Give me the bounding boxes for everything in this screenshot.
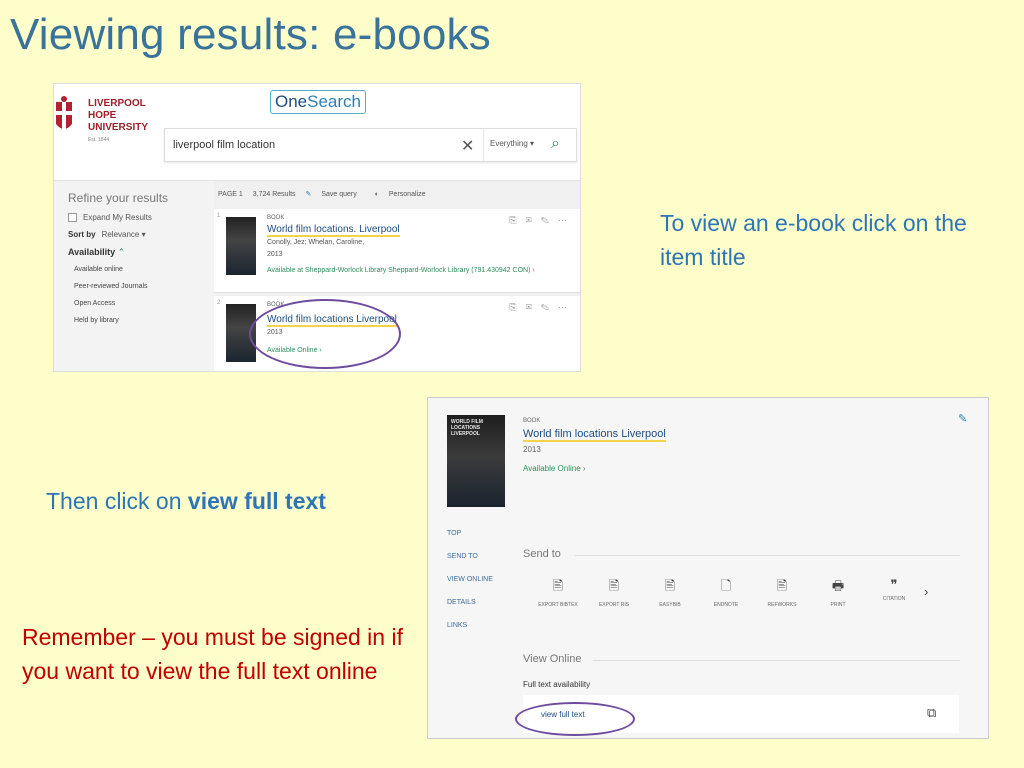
pin-icon: ✎ xyxy=(305,191,312,198)
nav-view-online[interactable]: VIEW ONLINE xyxy=(447,576,493,583)
personalize-toggle[interactable]: ◐ Personalize xyxy=(375,191,434,198)
search-results-screenshot: LIVERPOOL HOPE UNIVERSITY Est. 1844 OneS… xyxy=(53,83,581,372)
result-actions[interactable]: ⎘✉✎⋯ xyxy=(509,302,576,313)
search-input[interactable]: liverpool film location xyxy=(173,139,275,151)
result-title-link[interactable]: World film locations. Liverpool xyxy=(267,224,400,237)
clear-icon[interactable]: ✕ xyxy=(461,136,474,156)
result-authors: Conolly, Jez; Whelan, Caroline, xyxy=(267,239,365,246)
highlight-ellipse xyxy=(515,702,635,736)
result-year: 2013 xyxy=(267,251,283,258)
scope-select[interactable]: Everything ▾ xyxy=(483,129,547,161)
highlight-ellipse xyxy=(249,299,401,369)
slide-title: Viewing results: e-books xyxy=(10,10,491,59)
easybib-button[interactable]: 🖹 EASYBIB xyxy=(642,577,698,608)
result-actions[interactable]: ⎘✉✎⋯ xyxy=(509,215,576,226)
facet-option[interactable]: Held by library xyxy=(74,317,200,324)
facet-option[interactable]: Open Access xyxy=(74,300,200,307)
availability-link[interactable]: Available at Sheppard-Worlock Library Sh… xyxy=(267,267,535,274)
checkbox-icon[interactable] xyxy=(68,213,77,222)
university-crest-icon xyxy=(56,96,72,130)
refine-title: Refine your results xyxy=(68,191,169,205)
nav-top[interactable]: TOP xyxy=(447,530,493,537)
citation-button[interactable]: ❞ CITATION xyxy=(866,577,922,608)
document-icon: 🖹 xyxy=(608,578,620,593)
university-name: LIVERPOOL HOPE UNIVERSITY Est. 1844 xyxy=(88,98,149,143)
refine-sidebar: Refine your results Expand My Results So… xyxy=(54,181,214,371)
search-box[interactable]: liverpool film location ✕ Everything ▾ ⌕ xyxy=(164,128,577,162)
full-text-availability-label: Full text availability xyxy=(523,680,591,689)
hint-click-title: To view an e-book click on the item titl… xyxy=(660,210,967,270)
record-year: 2013 xyxy=(523,445,541,454)
hint-view-full-text: Then click on view full text xyxy=(46,488,326,514)
pin-icon[interactable]: ✎ xyxy=(958,412,967,425)
quote-icon: ❞ xyxy=(890,577,898,592)
expand-results-checkbox[interactable]: Expand My Results xyxy=(68,213,200,222)
page-icon: 🗋 xyxy=(720,578,732,593)
search-header: LIVERPOOL HOPE UNIVERSITY Est. 1844 OneS… xyxy=(54,84,580,181)
record-type: BOOK xyxy=(523,418,541,424)
result-type: BOOK xyxy=(267,215,285,221)
search-icon[interactable]: ⌕ xyxy=(551,135,560,153)
document-icon: 🖹 xyxy=(776,578,788,593)
results-bar: PAGE 1 3,724 Results ✎ Save query ◐ Pers… xyxy=(214,181,580,209)
chevron-up-icon: ⌃ xyxy=(117,247,126,257)
book-cover-image[interactable] xyxy=(226,217,256,275)
send-to-heading: Send to xyxy=(523,548,960,560)
result-number: 1 xyxy=(217,213,221,219)
export-bibtex-button[interactable]: 🖹 EXPORT BIBTEX xyxy=(530,577,586,608)
availability-facet[interactable]: Availability ⌃ xyxy=(68,247,200,258)
document-icon: 🖹 xyxy=(552,578,564,593)
book-cover-image[interactable]: WORLD FILM LOCATIONS LIVERPOOL xyxy=(447,415,505,507)
view-online-heading: View Online xyxy=(523,653,960,665)
printer-icon: 🖶 xyxy=(831,578,845,593)
record-title[interactable]: World film locations Liverpool xyxy=(523,428,666,442)
result-number: 2 xyxy=(217,300,221,306)
sort-by[interactable]: Sort by Relevance ▾ xyxy=(68,230,200,239)
print-button[interactable]: 🖶 PRINT xyxy=(810,577,866,608)
facet-option[interactable]: Peer-reviewed Journals xyxy=(74,283,200,290)
results-count: 3,724 Results xyxy=(252,191,296,198)
nav-details[interactable]: DETAILS xyxy=(447,599,493,606)
record-screenshot: WORLD FILM LOCATIONS LIVERPOOL BOOK Worl… xyxy=(427,397,989,739)
export-ris-button[interactable]: 🖹 EXPORT RIS xyxy=(586,577,642,608)
nav-links[interactable]: LINKS xyxy=(447,622,493,629)
endnote-button[interactable]: 🗋 ENDNOTE xyxy=(698,577,754,608)
record-nav: TOP SEND TO VIEW ONLINE DETAILS LINKS xyxy=(447,530,493,645)
external-link-icon[interactable]: ⧉ xyxy=(927,705,936,721)
nav-send-to[interactable]: SEND TO xyxy=(447,553,493,560)
refworks-button[interactable]: 🖹 REFWORKS xyxy=(754,577,810,608)
result-item[interactable]: 1 BOOK World film locations. Liverpool C… xyxy=(214,209,580,293)
save-query-button[interactable]: ✎ Save query xyxy=(306,191,365,198)
facet-option[interactable]: Available online xyxy=(74,266,200,273)
onesearch-logo[interactable]: OneSearch xyxy=(270,90,367,114)
sign-in-reminder: Remember – you must be signed in if you … xyxy=(22,624,403,684)
send-to-tools: 🖹 EXPORT BIBTEX 🖹 EXPORT RIS 🖹 EASYBIB 🗋 END… xyxy=(530,577,922,608)
page-label: PAGE 1 xyxy=(218,191,243,198)
document-icon: 🖹 xyxy=(664,578,676,593)
toggle-icon[interactable]: ◐ xyxy=(375,191,379,198)
chevron-right-icon[interactable]: › xyxy=(924,584,928,599)
available-online-link[interactable]: Available Online › xyxy=(523,464,586,473)
